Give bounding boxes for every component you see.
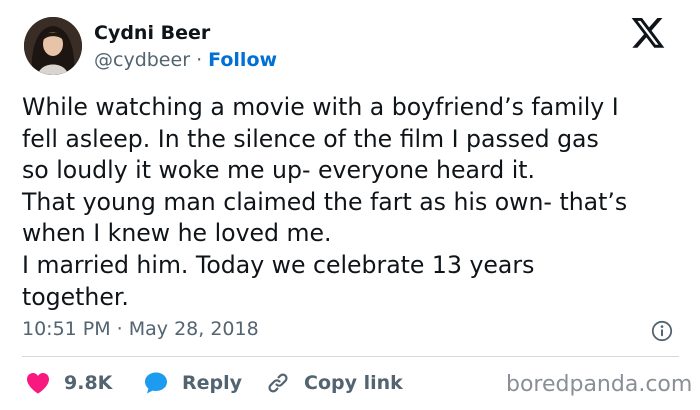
reply-bubble-icon — [145, 372, 167, 394]
author-handle-line: @cydbeer · Follow — [94, 49, 277, 71]
avatar[interactable] — [24, 17, 82, 75]
reply-label: Reply — [182, 372, 243, 394]
heart-icon — [27, 373, 49, 394]
tweet-card: Cydni Beer @cydbeer · Follow While watch… — [0, 0, 700, 410]
divider — [22, 356, 679, 357]
tweet-line: fell asleep. In the silence of the film … — [22, 124, 599, 153]
tweet-text: While watching a movie with a boyfriend’… — [22, 92, 692, 313]
tweet-line: I married him. Today we celebrate 13 yea… — [22, 250, 535, 279]
like-count: 9.8K — [64, 372, 113, 394]
copy-link-button[interactable]: Copy link — [266, 369, 403, 397]
watermark: boredpanda.com — [506, 372, 693, 397]
copy-link-label: Copy link — [304, 372, 403, 394]
tweet-line: While watching a movie with a boyfriend’… — [22, 93, 619, 121]
tweet-line: when I knew he loved me. — [22, 219, 332, 248]
author-handle[interactable]: @cydbeer — [94, 49, 190, 71]
author-name[interactable]: Cydni Beer — [94, 22, 210, 44]
tweet-timestamp[interactable]: 10:51 PM · May 28, 2018 — [22, 318, 259, 340]
x-logo-icon[interactable] — [631, 18, 665, 48]
like-button[interactable]: 9.8K — [26, 369, 112, 397]
tweet-line: together. — [22, 282, 129, 311]
follow-button[interactable]: Follow — [208, 49, 277, 71]
tweet-line: so loudly it woke me up- everyone heard … — [22, 156, 536, 185]
tweet-line: That young man claimed the fart as his o… — [22, 187, 628, 216]
info-icon[interactable] — [651, 320, 673, 342]
reply-button[interactable]: Reply — [144, 369, 242, 397]
link-icon — [268, 373, 288, 393]
handle-separator: · — [196, 49, 203, 71]
